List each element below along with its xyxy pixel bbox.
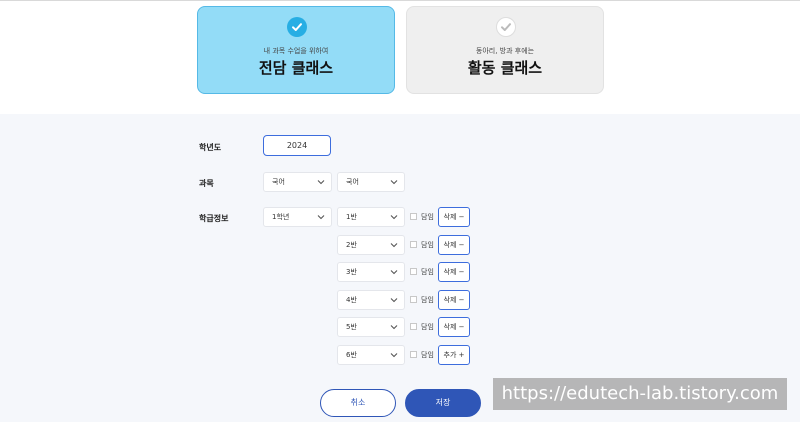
homeroom-label: 담임 <box>421 241 434 249</box>
class-select-5[interactable]: 5반 <box>337 317 405 337</box>
homeroom-label: 담임 <box>421 323 434 331</box>
subject-label: 과목 <box>199 179 214 188</box>
select-value: 3반 <box>346 268 357 276</box>
homeroom-checkbox-4[interactable] <box>410 296 417 303</box>
chevron-down-icon <box>390 325 398 330</box>
class-type-section: 내 과목 수업을 위하여 전담 클래스 동아리, 방과 후에는 활동 클래스 <box>0 1 800 114</box>
chevron-down-icon <box>317 215 325 220</box>
homeroom-label: 담임 <box>421 268 434 276</box>
card-subtitle: 동아리, 방과 후에는 <box>475 47 535 55</box>
card-title: 전담 클래스 <box>258 59 334 77</box>
select-value: 5반 <box>346 323 357 331</box>
delete-class-button[interactable]: 삭제 − <box>438 290 470 310</box>
homeroom-checkbox-3[interactable] <box>410 268 417 275</box>
chevron-down-icon <box>390 298 398 303</box>
homeroom-checkbox-5[interactable] <box>410 323 417 330</box>
class-info-label: 학급정보 <box>199 214 229 223</box>
chevron-down-icon <box>390 270 398 275</box>
select-value: 4반 <box>346 296 357 304</box>
grade-select[interactable]: 1학년 <box>263 207 332 227</box>
select-value: 국어 <box>346 178 359 186</box>
homeroom-checkbox-6[interactable] <box>410 351 417 358</box>
watermark: https://edutech-lab.tistory.com <box>493 378 787 410</box>
chevron-down-icon <box>390 243 398 248</box>
activity-class-card[interactable]: 동아리, 방과 후에는 활동 클래스 <box>406 6 604 94</box>
class-select-6[interactable]: 6반 <box>337 345 405 365</box>
dedicated-class-card[interactable]: 내 과목 수업을 위하여 전담 클래스 <box>197 6 395 94</box>
homeroom-label: 담임 <box>421 213 434 221</box>
year-input[interactable]: 2024 <box>263 135 331 156</box>
subject-select-2[interactable]: 국어 <box>337 172 405 192</box>
select-value: 2반 <box>346 241 357 249</box>
select-value: 국어 <box>272 178 285 186</box>
class-select-3[interactable]: 3반 <box>337 262 405 282</box>
cancel-button[interactable]: 취소 <box>320 389 396 417</box>
card-subtitle: 내 과목 수업을 위하여 <box>263 47 329 55</box>
class-select-1[interactable]: 1반 <box>337 207 405 227</box>
homeroom-checkbox-1[interactable] <box>410 213 417 220</box>
save-button[interactable]: 저장 <box>405 389 481 417</box>
class-select-4[interactable]: 4반 <box>337 290 405 310</box>
delete-class-button[interactable]: 삭제 − <box>438 235 470 255</box>
class-select-2[interactable]: 2반 <box>337 235 405 255</box>
homeroom-label: 담임 <box>421 351 434 359</box>
select-value: 1반 <box>346 213 357 221</box>
delete-class-button[interactable]: 삭제 − <box>438 207 470 227</box>
delete-class-button[interactable]: 삭제 − <box>438 317 470 337</box>
chevron-down-icon <box>317 180 325 185</box>
chevron-down-icon <box>390 215 398 220</box>
check-circle-icon <box>496 17 516 37</box>
delete-class-button[interactable]: 삭제 − <box>438 262 470 282</box>
year-label: 학년도 <box>199 143 222 152</box>
chevron-down-icon <box>390 353 398 358</box>
homeroom-label: 담임 <box>421 296 434 304</box>
card-title: 활동 클래스 <box>467 59 543 77</box>
homeroom-checkbox-2[interactable] <box>410 241 417 248</box>
select-value: 1학년 <box>272 213 290 221</box>
subject-select-1[interactable]: 국어 <box>263 172 332 192</box>
chevron-down-icon <box>390 180 398 185</box>
check-circle-icon <box>287 17 307 37</box>
add-class-button[interactable]: 추가 + <box>438 345 470 365</box>
select-value: 6반 <box>346 351 357 359</box>
